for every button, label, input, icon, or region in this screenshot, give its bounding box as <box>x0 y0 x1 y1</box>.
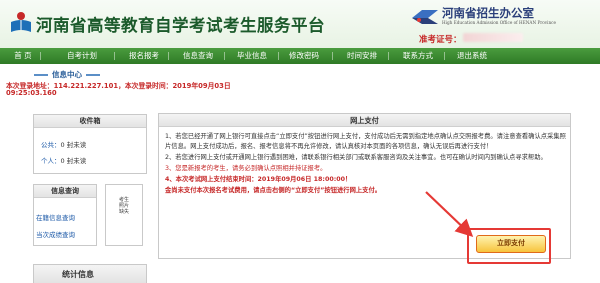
heading-bar-left <box>34 74 48 76</box>
nav-schedule[interactable]: 时间安排 <box>342 48 382 64</box>
main-nav: 首 页 自考计划 报名报考 信息查询 毕业信息 修改密码 时间安排 联系方式 退… <box>0 48 600 64</box>
org-name-en: High Education Admission Office of HENAN… <box>442 20 557 25</box>
stats-panel-title: 统计信息 <box>62 270 94 279</box>
nav-divider <box>444 52 445 60</box>
nav-divider <box>388 52 389 60</box>
org-logo-block: 河南省招生办公室 High Education Admission Office… <box>410 4 590 30</box>
candidate-photo: 考生照片缺失 <box>105 184 143 246</box>
inbox-public-value: 0 封未读 <box>60 141 87 149</box>
score-query-link[interactable]: 当次成绩查询 <box>36 229 75 239</box>
inbox-public-row[interactable]: 公共：0 封未读 <box>41 139 86 149</box>
payment-note-3: 3、您是新报考的考生，请务必到确认点照相并持证报考。 <box>165 165 327 172</box>
info-query-panel: 信息查询 在籍信息查询 当次成绩查询 <box>33 184 97 246</box>
info-center-heading: 信息中心 <box>30 69 104 80</box>
book-logo-icon <box>11 12 31 32</box>
payment-unpaid-notice: 金尚未支付本次报名考试费用，请点击右侧的“立即支付”按钮进行网上支付。 <box>165 187 382 194</box>
nav-divider <box>224 52 225 60</box>
nav-divider <box>40 52 41 60</box>
nav-divider <box>114 52 115 60</box>
site-title: 河南省高等教育自学考试考生服务平台 <box>36 16 325 35</box>
info-center-heading-text: 信息中心 <box>52 70 82 79</box>
login-time-ms: 09:25:03.160 <box>6 89 57 97</box>
inbox-title: 收件箱 <box>34 115 146 128</box>
inbox-personal-label: 个人： <box>41 157 61 165</box>
org-badge-icon <box>412 10 438 24</box>
payment-note-2: 2、若您进行网上支付或开通网上银行遇到困难，请联系银行相关部门或联系客服咨询及关… <box>165 154 547 161</box>
pay-button-highlight <box>467 228 551 264</box>
payment-note-1: 1、若您已经开通了网上银行可直接点击“立即支付”按钮进行网上支付，支付成功后无需… <box>165 133 566 150</box>
nav-home[interactable]: 首 页 <box>8 48 38 64</box>
stats-panel: 统计信息 <box>33 264 147 283</box>
org-name: 河南省招生办公室 <box>442 6 534 20</box>
info-query-title: 信息查询 <box>34 185 96 198</box>
nav-plan[interactable]: 自考计划 <box>62 48 102 64</box>
nav-register[interactable]: 报名报考 <box>124 48 164 64</box>
nav-contact[interactable]: 联系方式 <box>398 48 438 64</box>
photo-missing-text: 考生照片缺失 <box>119 197 130 215</box>
inbox-personal-value: 0 封未读 <box>60 157 87 165</box>
nav-divider <box>278 52 279 60</box>
enrollment-query-link[interactable]: 在籍信息查询 <box>36 212 75 222</box>
nav-divider <box>168 52 169 60</box>
nav-logout[interactable]: 退出系统 <box>452 48 492 64</box>
site-header: 河南省高等教育自学考试考生服务平台 河南省招生办公室 High Educatio… <box>0 0 600 48</box>
heading-bar-right <box>86 74 100 76</box>
inbox-public-label: 公共： <box>41 141 61 149</box>
inbox-panel: 收件箱 公共：0 封未读 个人：0 封未读 <box>33 114 147 174</box>
payment-notes: 1、若您已经开通了网上银行可直接点击“立即支付”按钮进行网上支付，支付成功后无需… <box>165 132 567 197</box>
nav-graduation[interactable]: 毕业信息 <box>232 48 272 64</box>
inbox-personal-row[interactable]: 个人：0 封未读 <box>41 155 86 165</box>
nav-divider <box>332 52 333 60</box>
ticket-number-value-blurred <box>463 33 523 42</box>
nav-password[interactable]: 修改密码 <box>284 48 324 64</box>
online-payment-title: 网上支付 <box>159 114 570 127</box>
payment-deadline: 4、本次考试网上支付结束时间：2019年09月06日 18:00:00！ <box>165 176 352 183</box>
ticket-number-label: 准考证号： <box>419 35 462 45</box>
nav-query[interactable]: 信息查询 <box>178 48 218 64</box>
